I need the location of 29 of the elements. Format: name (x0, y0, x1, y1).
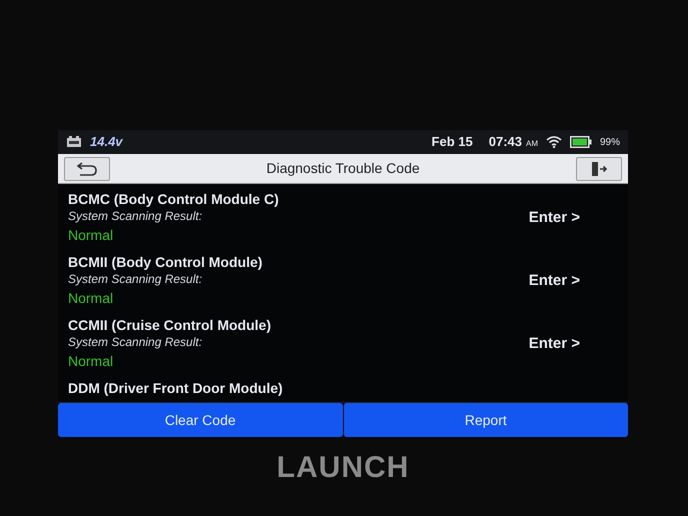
module-name: DDM (Driver Front Door Module) (68, 379, 283, 397)
battery-percent: 99% (600, 136, 620, 150)
enter-button[interactable]: Enter > (528, 270, 618, 292)
device-logo: LAUNCH (276, 450, 410, 486)
status-date: Feb 15 (432, 133, 473, 152)
battery-icon (570, 136, 592, 148)
scan-result-label: System Scanning Result: (68, 208, 202, 224)
action-button[interactable]: Report (342, 403, 628, 437)
back-arrow-icon (76, 162, 98, 176)
enter-button[interactable]: Enter > (528, 332, 618, 356)
enter-button[interactable]: Enter > (528, 206, 618, 230)
action-button[interactable]: Clear Code (58, 403, 342, 437)
exit-door-icon (590, 160, 608, 176)
scan-result-label: System Scanning Result: (68, 271, 202, 287)
exit-button[interactable] (576, 156, 622, 180)
voltage-reading: 14.4v (90, 133, 123, 152)
module-name: BCMC (Body Control Module C) (68, 190, 279, 208)
battery-voltage-icon (66, 136, 82, 148)
wifi-icon (546, 136, 562, 148)
module-name: BCMII (Body Control Module) (68, 253, 262, 271)
scan-result-value: Normal (68, 226, 114, 245)
status-meridiem: AM (526, 138, 538, 150)
status-time: 07:43 (488, 133, 522, 152)
scan-result-value: Normal (68, 352, 114, 371)
scan-result-label: System Scanning Result: (68, 334, 202, 350)
scan-result-value: Normal (68, 289, 114, 308)
screen-title: Diagnostic Trouble Code (265, 159, 421, 178)
module-name: CCMII (Cruise Control Module) (68, 316, 271, 334)
back-button[interactable] (64, 156, 110, 180)
